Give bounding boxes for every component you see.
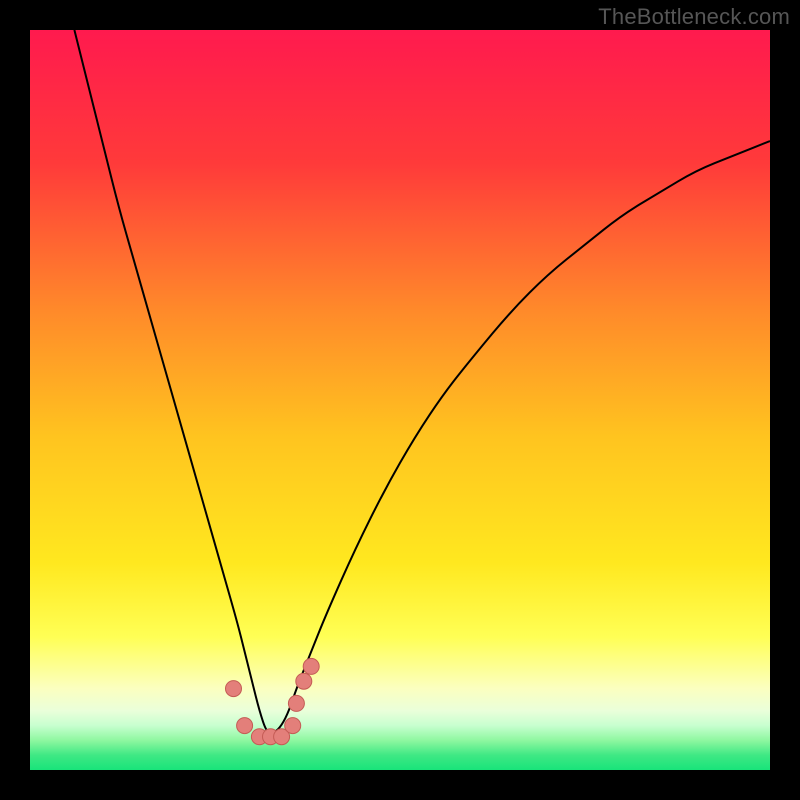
chart-frame: TheBottleneck.com: [0, 0, 800, 800]
attribution-text: TheBottleneck.com: [598, 4, 790, 30]
bottleneck-curve: [30, 30, 770, 770]
curve-line: [74, 30, 770, 733]
curve-marker: [226, 681, 242, 697]
curve-marker: [296, 673, 312, 689]
curve-marker: [285, 718, 301, 734]
curve-marker: [288, 695, 304, 711]
curve-markers: [226, 658, 320, 744]
curve-marker: [237, 718, 253, 734]
plot-area: [30, 30, 770, 770]
curve-marker: [303, 658, 319, 674]
